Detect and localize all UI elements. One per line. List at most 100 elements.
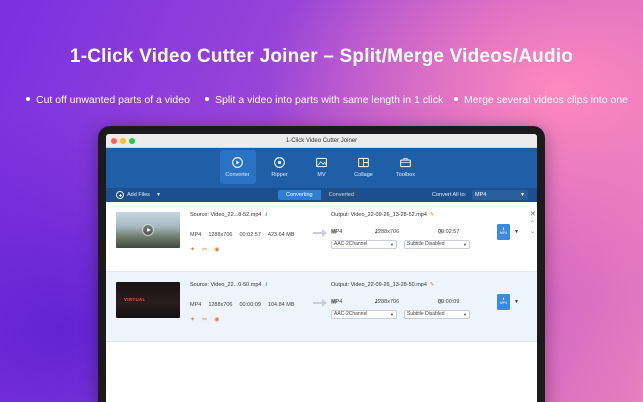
- ripper-icon: [274, 157, 285, 168]
- source-text: Source: Video_22...8-52.mp4: [190, 212, 262, 218]
- subtitle-select[interactable]: Subtitle Disabled ▼: [404, 310, 470, 319]
- info-icon[interactable]: i: [265, 282, 267, 288]
- source-name: Source: Video_22...8-52.mp4 i: [190, 212, 267, 218]
- chevron-up-icon[interactable]: ⌃: [530, 220, 535, 227]
- mv-icon: [316, 157, 327, 168]
- tab-collage[interactable]: Collage: [346, 150, 382, 184]
- chevron-down-icon: ▼: [520, 192, 525, 198]
- tab-ripper[interactable]: Ripper: [262, 150, 298, 184]
- file-row: Source: Video_22...8-52.mp4 i MP4 1288x70…: [106, 202, 537, 272]
- tab-converted[interactable]: Converted: [320, 190, 362, 200]
- video-thumbnail[interactable]: [116, 212, 180, 248]
- output-name: Output: Video_22-09-26_13-28-52.mp4 ✎: [331, 212, 435, 218]
- add-icon: [116, 191, 124, 199]
- feature-item: Merge several videos clips into one: [454, 94, 628, 106]
- add-files-button[interactable]: Add Files ▼: [116, 188, 161, 202]
- edit-tools: ✦ ✂ ◉: [190, 316, 219, 323]
- convert-all-label: Convert All to:: [432, 192, 467, 198]
- subtitle-value: Subtitle Disabled: [407, 241, 445, 247]
- close-icon[interactable]: ✕: [530, 210, 536, 218]
- play-icon[interactable]: [142, 224, 154, 236]
- status-tabs: Converting Converted: [278, 190, 362, 200]
- palette-icon[interactable]: ◉: [214, 316, 219, 323]
- output-resolution-text: 1288x706: [375, 299, 400, 305]
- tab-converting[interactable]: Converting: [278, 190, 321, 200]
- output-format-text: MP4: [331, 299, 343, 305]
- cut-icon[interactable]: ✂: [202, 246, 207, 253]
- file-row: VIRTUAL Source: Video_22...0-50.mp4 i MP4…: [106, 272, 537, 342]
- feature-text: Cut off unwanted parts of a video: [36, 94, 190, 106]
- toolbox-icon: [400, 158, 411, 168]
- collage-icon: [358, 157, 369, 168]
- format-badge: MP4: [499, 231, 508, 235]
- output-format-button[interactable]: ⬇ MP4: [497, 294, 510, 310]
- source-resolution: 1288x706: [208, 232, 233, 238]
- palette-icon[interactable]: ◉: [214, 246, 219, 253]
- tab-label: Converter: [225, 172, 250, 178]
- info-icon[interactable]: i: [265, 212, 267, 218]
- output-format-text: MP4: [331, 229, 343, 235]
- bullet-icon: [205, 97, 209, 102]
- output-duration-text: 00:02:57: [438, 229, 460, 235]
- edit-tools: ✦ ✂ ◉: [190, 246, 219, 253]
- feature-text: Split a video into parts with same lengt…: [215, 94, 444, 106]
- feature-item: Cut off unwanted parts of a video: [26, 94, 190, 106]
- bullet-icon: [26, 97, 30, 102]
- audio-value: AAC-2Channel: [334, 311, 368, 317]
- tab-mv[interactable]: MV: [304, 150, 340, 184]
- arrow-right-icon: [313, 229, 327, 237]
- maximize-window-button[interactable]: [129, 138, 135, 144]
- app-window: 1-Click Video Cutter Joiner Converter Ri…: [106, 134, 537, 402]
- source-format: MP4: [190, 232, 202, 238]
- tab-toolbox[interactable]: Toolbox: [388, 150, 424, 184]
- source-text: Source: Video_22...0-50.mp4: [190, 282, 262, 288]
- subtitle-select[interactable]: Subtitle Disabled ▼: [404, 240, 470, 249]
- tab-label: MV: [317, 172, 326, 178]
- cut-icon[interactable]: ✂: [202, 316, 207, 323]
- chevron-down-icon: ▼: [463, 312, 467, 317]
- audio-track-select[interactable]: AAC-2Channel ▼: [331, 240, 397, 249]
- arrow-right-icon: [313, 299, 327, 307]
- audio-track-select[interactable]: AAC-2Channel ▼: [331, 310, 397, 319]
- chevron-down-icon: ▼: [390, 312, 394, 317]
- source-size: 104.84 MB: [267, 302, 295, 308]
- source-format: MP4: [190, 302, 202, 308]
- format-badge: MP4: [499, 301, 508, 305]
- promo-title: 1-Click Video Cutter Joiner – Split/Merg…: [69, 46, 574, 67]
- chevron-down-icon: ▼: [463, 242, 467, 247]
- pencil-icon[interactable]: ✎: [430, 282, 435, 288]
- feature-text: Merge several videos clips into one: [464, 94, 629, 106]
- tab-label: Ripper: [271, 172, 288, 178]
- enhance-icon[interactable]: ✦: [190, 316, 195, 323]
- enhance-icon[interactable]: ✦: [190, 246, 195, 253]
- feature-item: Split a video into parts with same lengt…: [205, 94, 443, 106]
- chevron-down-icon[interactable]: ▼: [156, 188, 161, 202]
- audio-value: AAC-2Channel: [334, 241, 368, 247]
- pencil-icon[interactable]: ✎: [430, 212, 435, 218]
- action-bar: Add Files ▼ Converting Converted Convert…: [106, 188, 537, 202]
- video-thumbnail[interactable]: VIRTUAL: [116, 282, 180, 318]
- title-bar: 1-Click Video Cutter Joiner: [106, 134, 537, 148]
- tab-label: Collage: [354, 172, 373, 178]
- window-title: 1-Click Video Cutter Joiner: [285, 138, 358, 144]
- chevron-down-icon[interactable]: ⌄: [530, 228, 535, 235]
- add-files-label: Add Files: [127, 192, 150, 198]
- chevron-down-icon[interactable]: ▼: [514, 299, 519, 305]
- tab-label: Toolbox: [396, 172, 415, 178]
- output-text: Output: Video_22-09-26_13-28-52.mp4: [331, 212, 427, 218]
- tab-converter[interactable]: Converter: [219, 150, 256, 184]
- convert-all-value: MP4: [475, 192, 487, 198]
- output-duration-text: 00:00:09: [438, 299, 460, 305]
- laptop-frame: 1-Click Video Cutter Joiner Converter Ri…: [98, 126, 545, 402]
- chevron-down-icon[interactable]: ▼: [514, 229, 519, 235]
- output-format-button[interactable]: ⬇ MP4: [497, 224, 510, 240]
- minimize-window-button[interactable]: [120, 138, 126, 144]
- source-meta: MP4 1288x706 00:02:57 423.64 MB: [190, 232, 295, 238]
- source-name: Source: Video_22...0-50.mp4 i: [190, 282, 267, 288]
- source-size: 423.64 MB: [267, 232, 295, 238]
- convert-all-select[interactable]: MP4 ▼: [472, 190, 528, 200]
- output-resolution-text: 1288x706: [375, 229, 400, 235]
- source-duration: 00:00:09: [239, 302, 261, 308]
- thumbnail-text: VIRTUAL: [124, 297, 146, 302]
- close-window-button[interactable]: [111, 138, 117, 144]
